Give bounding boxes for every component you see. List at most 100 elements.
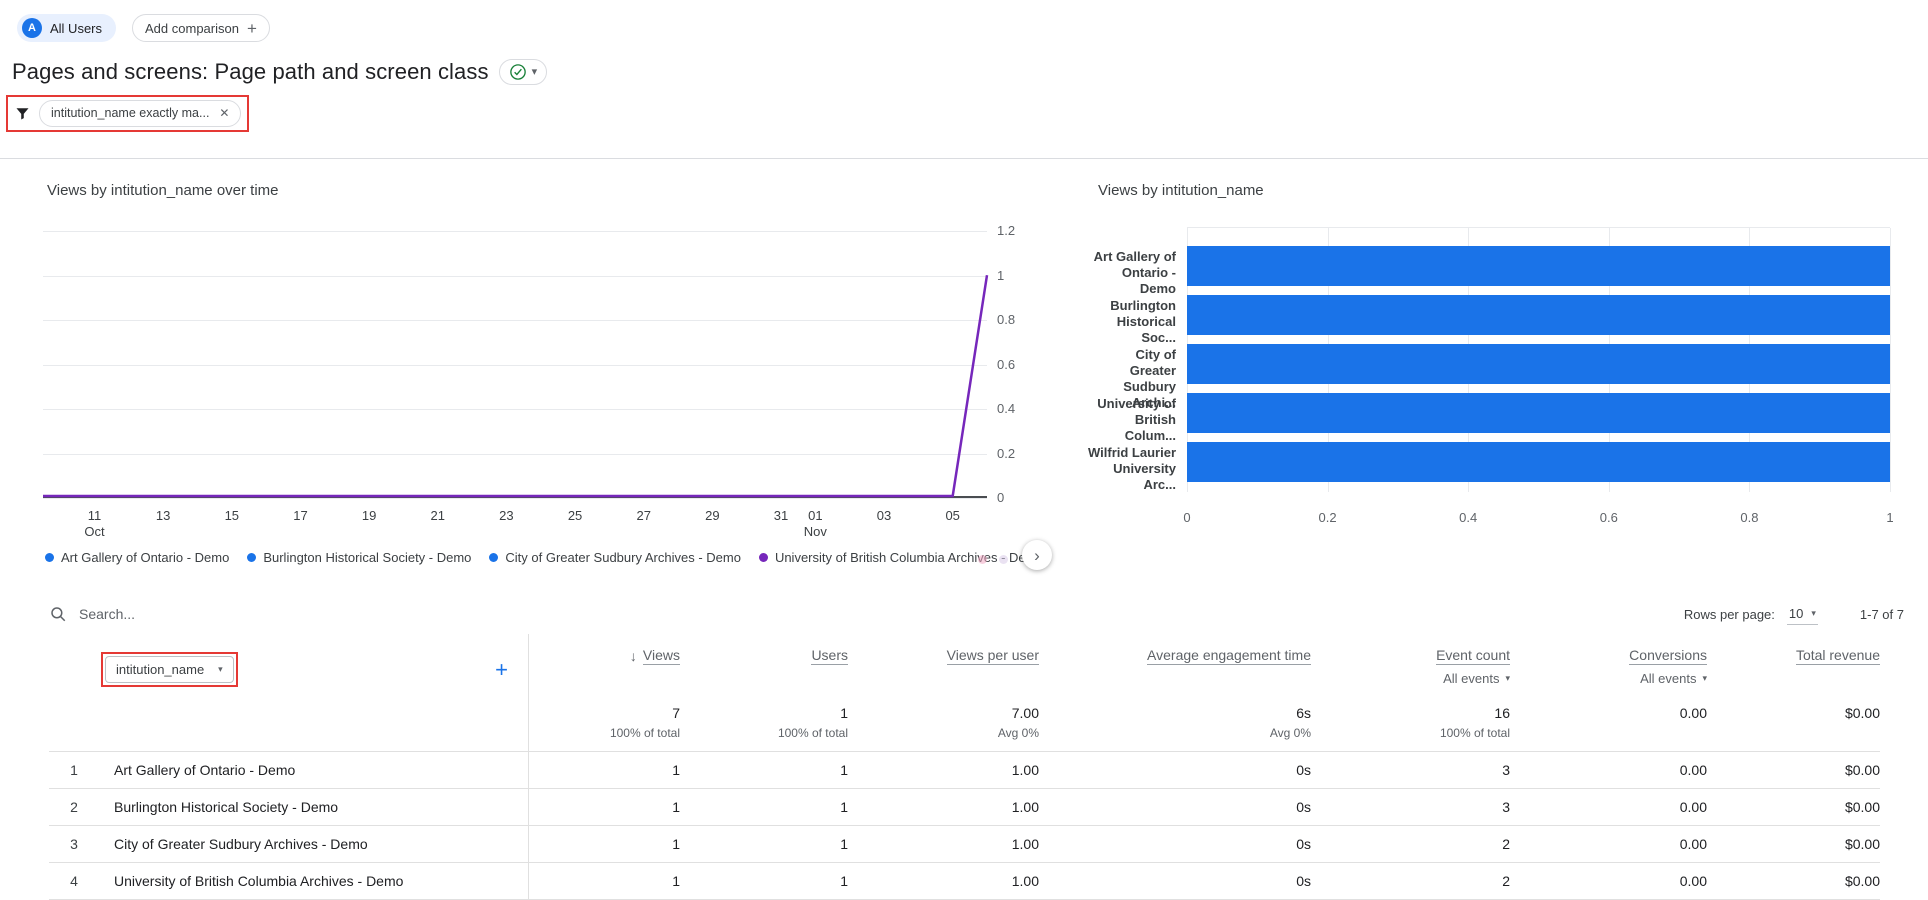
x-axis-label: 0.2 xyxy=(1319,510,1337,525)
bar[interactable] xyxy=(1187,295,1890,335)
legend-dot xyxy=(759,553,768,562)
metric-value: 0s xyxy=(1296,799,1311,815)
metric-cell: 1 xyxy=(680,863,848,899)
bar-label-line: Ontario - Demo xyxy=(1088,265,1176,297)
x-axis-label: 13 xyxy=(156,508,170,524)
legend-item[interactable]: Burlington Historical Society - Demo xyxy=(247,550,471,565)
metric-value: 0s xyxy=(1296,762,1311,778)
event-scope-select[interactable]: All events▾ xyxy=(1311,671,1510,686)
metric-value: 0.00 xyxy=(1680,873,1707,889)
bar[interactable] xyxy=(1187,344,1890,384)
metric-cell: 1 xyxy=(529,863,680,899)
metric-cell: 0s xyxy=(1039,789,1311,825)
search-input[interactable] xyxy=(79,606,379,622)
filter-bar: intitution_name exactly ma... ✕ xyxy=(6,94,1928,132)
legend-next-button[interactable]: › xyxy=(1022,540,1052,570)
dimension-value[interactable]: Burlington Historical Society - Demo xyxy=(114,799,338,815)
column-header-avg-engagement-time[interactable]: Average engagement time xyxy=(1039,634,1311,696)
legend-dot xyxy=(247,553,256,562)
x-tick-day: 03 xyxy=(877,508,891,524)
bar-label-line: City of Greater xyxy=(1088,347,1176,379)
filter-chip[interactable]: intitution_name exactly ma... ✕ xyxy=(39,100,241,127)
rows-per-page-value: 10 xyxy=(1789,606,1803,621)
add-comparison-button[interactable]: Add comparison + xyxy=(132,14,270,42)
filter-icon[interactable] xyxy=(14,105,31,122)
metric-cell: 1 xyxy=(529,826,680,862)
total-value: 0.00 xyxy=(1510,704,1707,722)
metric-value: 0.00 xyxy=(1680,762,1707,778)
x-axis-label: 21 xyxy=(431,508,445,524)
column-header-conversions[interactable]: Conversions All events▾ xyxy=(1510,634,1707,696)
metric-value: 2 xyxy=(1502,836,1510,852)
table-row[interactable]: 1Art Gallery of Ontario - Demo111.000s30… xyxy=(49,752,1880,789)
bar-label-line: Art Gallery of xyxy=(1094,249,1176,265)
table-search[interactable] xyxy=(49,605,379,623)
close-icon[interactable]: ✕ xyxy=(219,106,229,120)
metric-value: 1 xyxy=(672,762,680,778)
metric-cell: 2 xyxy=(1311,826,1510,862)
bar-label-line: University of xyxy=(1097,396,1176,412)
column-header-views-per-user[interactable]: Views per user xyxy=(848,634,1039,696)
metric-value: 3 xyxy=(1502,799,1510,815)
bar-label-line: Wilfrid Laurier xyxy=(1088,445,1176,461)
metric-cell: $0.00 xyxy=(1707,863,1880,899)
bar[interactable] xyxy=(1187,393,1890,433)
column-header-total-revenue[interactable]: Total revenue xyxy=(1707,634,1880,696)
total-subtext: Avg 0% xyxy=(848,726,1039,740)
all-users-chip[interactable]: A All Users xyxy=(17,14,116,42)
totals-cell: 6s Avg 0% xyxy=(1039,696,1311,751)
legend-dot xyxy=(978,555,987,564)
metric-value: 1.00 xyxy=(1012,762,1039,778)
dimension-cell: 1Art Gallery of Ontario - Demo xyxy=(49,752,529,788)
search-icon xyxy=(49,605,67,623)
y-axis-label: 0.2 xyxy=(997,446,1015,461)
conversion-scope-select[interactable]: All events▾ xyxy=(1510,671,1707,686)
metric-cell: 0.00 xyxy=(1510,826,1707,862)
metric-cell: 1.00 xyxy=(848,752,1039,788)
dimension-value[interactable]: City of Greater Sudbury Archives - Demo xyxy=(114,836,368,852)
metric-value: $0.00 xyxy=(1845,836,1880,852)
x-axis-label: 03 xyxy=(877,508,891,524)
total-value: $0.00 xyxy=(1707,704,1880,722)
totals-cell: 1 100% of total xyxy=(680,696,848,751)
legend-item[interactable]: City of Greater Sudbury Archives - Demo xyxy=(489,550,741,565)
metric-cell: 1.00 xyxy=(848,826,1039,862)
data-table: intitution_name ▾ + ↓Views Users Views p… xyxy=(49,634,1880,900)
column-header-views[interactable]: ↓Views xyxy=(529,634,680,696)
column-header-event-count[interactable]: Event count All events▾ xyxy=(1311,634,1510,696)
bar-chart-row: Wilfrid LaurierUniversity Arc... xyxy=(1088,442,1895,491)
metric-cell: 0s xyxy=(1039,752,1311,788)
total-value: 6s xyxy=(1039,704,1311,722)
audience-avatar: A xyxy=(22,18,42,38)
x-axis-label: 27 xyxy=(636,508,650,524)
metric-cell: 0.00 xyxy=(1510,789,1707,825)
bar-chart-row: University ofBritish Colum... xyxy=(1088,393,1895,442)
column-header-users[interactable]: Users xyxy=(680,634,848,696)
table-row[interactable]: 3City of Greater Sudbury Archives - Demo… xyxy=(49,826,1880,863)
bar-label-line: Burlington xyxy=(1110,298,1176,314)
rows-per-page-select[interactable]: 10 ▾ xyxy=(1787,604,1818,625)
x-tick-day: 31 xyxy=(774,508,788,524)
metric-value: 1.00 xyxy=(1012,799,1039,815)
bar-chart-card: Views by intitution_name Art Gallery ofO… xyxy=(1088,172,1895,592)
bar-label: BurlingtonHistorical Soc... xyxy=(1088,298,1176,346)
table-row[interactable]: 4University of British Columbia Archives… xyxy=(49,863,1880,900)
report-status-control[interactable]: ▾ xyxy=(499,59,548,85)
add-dimension-button[interactable]: + xyxy=(495,659,508,681)
x-axis-label: 05 xyxy=(945,508,959,524)
metric-cell: 1.00 xyxy=(848,789,1039,825)
metric-value: 1 xyxy=(840,873,848,889)
metric-value: 1 xyxy=(840,799,848,815)
totals-cell: 0.00 xyxy=(1510,696,1707,751)
dimension-value[interactable]: Art Gallery of Ontario - Demo xyxy=(114,762,295,778)
metric-value: 0.00 xyxy=(1680,836,1707,852)
dimension-value[interactable]: University of British Columbia Archives … xyxy=(114,873,403,889)
legend-label: City of Greater Sudbury Archives - Demo xyxy=(505,550,741,565)
legend-item[interactable]: Art Gallery of Ontario - Demo xyxy=(45,550,229,565)
table-row[interactable]: 2Burlington Historical Society - Demo111… xyxy=(49,789,1880,826)
dimension-selector[interactable]: intitution_name ▾ xyxy=(105,656,234,683)
bar[interactable] xyxy=(1187,442,1890,482)
bar[interactable] xyxy=(1187,246,1890,286)
bar-track xyxy=(1187,295,1890,335)
metric-value: 0s xyxy=(1296,836,1311,852)
